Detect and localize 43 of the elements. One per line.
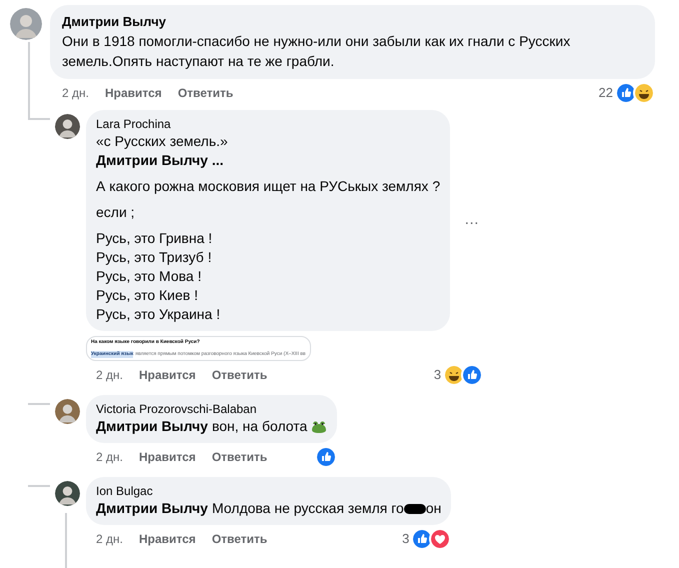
reaction-count[interactable]: 3 [402, 529, 410, 549]
author-name[interactable]: Ion Bulgac [96, 483, 442, 499]
more-button[interactable]: … [460, 209, 484, 232]
like-link[interactable]: Нравится [138, 366, 196, 384]
heart-reaction-icon [429, 528, 452, 550]
like-reaction-icon [315, 446, 338, 468]
comment-text: Молдова не русская земля го [212, 499, 404, 518]
timestamp[interactable]: 2 дн. [96, 366, 123, 384]
like-reaction-icon [461, 364, 484, 386]
comment-text: он [426, 499, 442, 518]
comment-text: Русь, это Мова ! [96, 267, 202, 286]
avatar[interactable] [55, 481, 80, 506]
like-link[interactable]: Нравится [138, 530, 196, 548]
avatar[interactable] [55, 114, 80, 139]
frog-emoji-icon [311, 420, 328, 434]
reply-link[interactable]: Ответить [212, 366, 268, 384]
mention-text[interactable]: Дмитрии Вылчу ... [96, 151, 440, 170]
comment-text: Русь, это Киев ! [96, 286, 199, 305]
avatar[interactable] [55, 399, 80, 424]
like-link[interactable]: Нравится [138, 448, 196, 466]
comment-text: Русь, это Тризуб ! [96, 248, 213, 267]
reaction-count[interactable]: 22 [598, 83, 613, 103]
comment-text: «с Русских земель.» [96, 132, 229, 151]
timestamp[interactable]: 2 дн. [96, 448, 123, 466]
mention-link[interactable]: Дмитрии Вылчу [96, 499, 208, 518]
like-link[interactable]: Нравится [104, 84, 162, 102]
author-name[interactable]: Lara Prochina [96, 116, 440, 132]
timestamp[interactable]: 2 дн. [96, 530, 123, 548]
comment-text: Русь, это Украина ! [96, 305, 222, 324]
laughing-face-icon [633, 82, 655, 104]
comment-text: если ; [96, 203, 136, 222]
comment-text: вон, на болота [212, 417, 308, 436]
reply-link[interactable]: Ответить [212, 530, 268, 548]
comment-text: Русь, это Гривна ! [96, 229, 214, 248]
author-name[interactable]: Дмитрии Вылчу [62, 13, 643, 31]
comment-text: Они в 1918 помогли-спасибо не нужно-или они забыли как их гнали с Русских земель.Опять наступают на те же грабли. [62, 32, 572, 71]
mention-link[interactable]: Дмитрии Вылчу [96, 417, 208, 436]
reaction-count[interactable]: 3 [434, 365, 442, 385]
comment-text: А какого рожна московия ищет на РУСькых землях ? [96, 177, 440, 196]
reply-link[interactable]: Ответить [212, 448, 268, 466]
reply-link[interactable]: Ответить [178, 84, 234, 102]
author-name[interactable]: Victoria Prozorovschi-Balaban [96, 401, 328, 417]
timestamp[interactable]: 2 дн. [62, 84, 89, 102]
